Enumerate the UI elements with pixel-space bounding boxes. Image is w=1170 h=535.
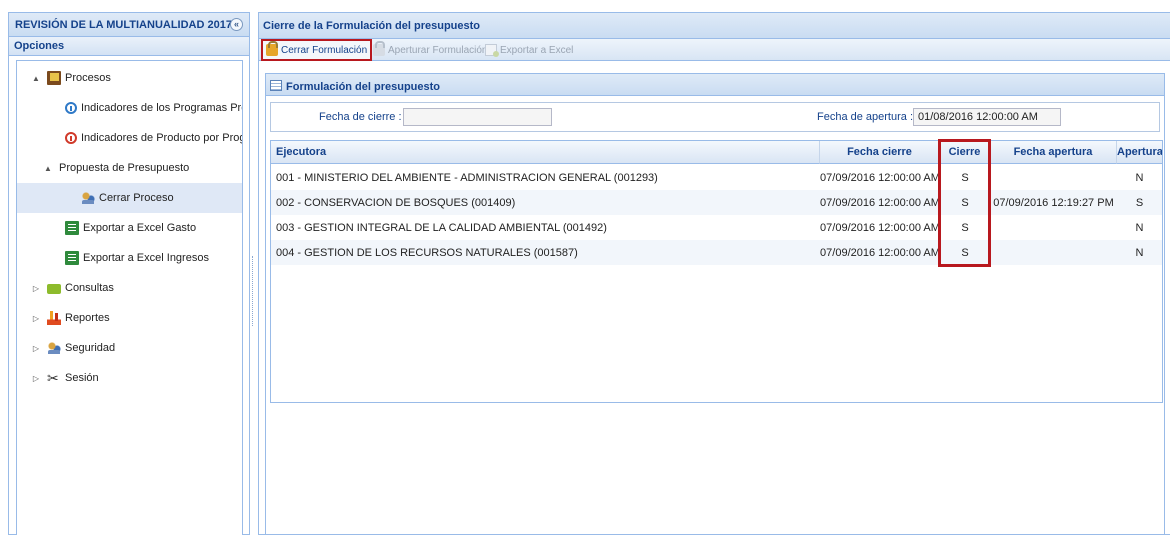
formulacion-panel: Formulación del presupuesto Fecha de cie… (265, 73, 1165, 535)
fecha-cierre-label: Fecha de cierre : (319, 111, 402, 123)
fecha-cierre-field[interactable] (403, 108, 552, 126)
panel-splitter[interactable] (250, 12, 258, 535)
cell-apertura: S (1135, 197, 1144, 209)
lock-icon (266, 41, 278, 56)
cerrar-formulacion-button[interactable]: Cerrar Formulación (261, 39, 373, 61)
cell-apertura: N (1135, 247, 1144, 259)
scissors-icon: ✂ (47, 370, 59, 386)
toolbar: Cerrar Formulación Aperturar Formulación… (259, 39, 1170, 61)
cell-fecha-cierre: 07/09/2016 12:00:00 AM (820, 222, 940, 234)
collapsed-arrow-icon[interactable]: ▷ (31, 284, 41, 293)
navigation-panel-header: REVISIÓN DE LA MULTIANUALIDAD 2017 « (9, 13, 249, 37)
users-icon (81, 191, 95, 205)
tree-node-exportar-gasto[interactable]: Exportar a Excel Gasto (17, 213, 242, 243)
tree-node-sesion[interactable]: ▷ ✂ Sesión (17, 363, 242, 393)
tree-node-exportar-ingresos[interactable]: Exportar a Excel Ingresos (17, 243, 242, 273)
ejecutora-grid: Ejecutora Fecha cierre Cierre Fecha aper… (270, 139, 1163, 403)
cell-cierre: S (961, 247, 969, 259)
cell-fecha-cierre: 07/09/2016 12:00:00 AM (820, 247, 940, 259)
cell-apertura: N (1135, 172, 1144, 184)
book-icon (47, 71, 61, 85)
tree-node-label: Consultas (65, 282, 114, 294)
page-title: Cierre de la Formulación del presupuesto (259, 13, 1170, 39)
cell-fecha-cierre: 07/09/2016 12:00:00 AM (820, 172, 940, 184)
app-title: REVISIÓN DE LA MULTIANUALIDAD 2017 (15, 19, 232, 31)
expanded-arrow-icon[interactable]: ▲ (31, 74, 41, 83)
tree-node-label: Indicadores de Producto por Programa (81, 132, 242, 144)
collapsed-arrow-icon[interactable]: ▷ (31, 374, 41, 383)
table-row[interactable]: 003 - GESTION INTEGRAL DE LA CALIDAD AMB… (271, 215, 1162, 240)
formulacion-panel-header: Formulación del presupuesto (266, 74, 1164, 96)
cell-apertura: N (1135, 222, 1144, 234)
main-panel: Cierre de la Formulación del presupuesto… (258, 12, 1170, 535)
collapse-panel-icon[interactable]: « (230, 18, 243, 31)
table-row[interactable]: 004 - GESTION DE LOS RECURSOS NATURALES … (271, 240, 1162, 265)
info-icon (65, 102, 77, 114)
tree-node-cerrar-proceso[interactable]: Cerrar Proceso (17, 183, 242, 213)
collapsed-arrow-icon[interactable]: ▷ (31, 314, 41, 323)
expanded-arrow-icon[interactable]: ▲ (43, 164, 53, 173)
tree-node-label: Exportar a Excel Gasto (83, 222, 197, 234)
tree-node-label: Sesión (65, 372, 99, 384)
tree-node-label: Indicadores de los Programas Presupu (81, 102, 242, 114)
collapsed-arrow-icon[interactable]: ▷ (31, 344, 41, 353)
column-header-cierre[interactable]: Cierre (940, 141, 990, 164)
aperturar-formulacion-label: Aperturar Formulación (388, 44, 488, 56)
section-title: Formulación del presupuesto (286, 81, 441, 93)
cell-cierre: S (961, 222, 969, 234)
table-row[interactable]: 001 - MINISTERIO DEL AMBIENTE - ADMINIST… (271, 165, 1162, 190)
excel-icon (65, 221, 79, 235)
unlock-icon (373, 41, 385, 56)
table-icon (270, 79, 282, 91)
filters-box: Fecha de cierre : Fecha de apertura : (270, 102, 1160, 132)
cell-cierre: S (961, 172, 969, 184)
warning-icon (65, 132, 77, 144)
tree-node-indicadores-producto[interactable]: Indicadores de Producto por Programa (17, 123, 242, 153)
table-row[interactable]: 002 - CONSERVACION DE BOSQUES (001409) 0… (271, 190, 1162, 215)
column-header-apertura[interactable]: Apertura (1117, 141, 1162, 164)
column-header-ejecutora[interactable]: Ejecutora (271, 141, 820, 164)
users-icon (47, 341, 61, 355)
tree-node-label: Procesos (65, 72, 111, 84)
splitter-grip[interactable] (252, 256, 255, 326)
export-icon (485, 44, 499, 57)
fecha-apertura-field[interactable] (913, 108, 1061, 126)
navigation-panel: REVISIÓN DE LA MULTIANUALIDAD 2017 « Opc… (8, 12, 250, 535)
aperturar-formulacion-button[interactable]: Aperturar Formulación (373, 41, 487, 59)
chart-icon (47, 311, 61, 325)
tree-node-label: Exportar a Excel Ingresos (83, 252, 209, 264)
folder-icon (47, 284, 61, 294)
column-header-fecha-apertura[interactable]: Fecha apertura (990, 141, 1117, 164)
tree-node-label: Reportes (65, 312, 110, 324)
cell-ejecutora: 003 - GESTION INTEGRAL DE LA CALIDAD AMB… (276, 222, 607, 234)
cell-fecha-cierre: 07/09/2016 12:00:00 AM (820, 197, 940, 209)
tree-node-propuesta-presupuesto[interactable]: ▲ Propuesta de Presupuesto (17, 153, 242, 183)
column-header-fecha-cierre[interactable]: Fecha cierre (820, 141, 940, 164)
tree-node-label: Propuesta de Presupuesto (59, 162, 190, 174)
cell-ejecutora: 004 - GESTION DE LOS RECURSOS NATURALES … (276, 247, 578, 259)
cell-cierre: S (961, 197, 969, 209)
excel-icon (65, 251, 79, 265)
cell-ejecutora: 002 - CONSERVACION DE BOSQUES (001409) (276, 197, 516, 209)
tree-node-label: Seguridad (65, 342, 116, 354)
cerrar-formulacion-label: Cerrar Formulación (281, 44, 368, 56)
cell-ejecutora: 001 - MINISTERIO DEL AMBIENTE - ADMINIST… (276, 172, 658, 184)
exportar-excel-button[interactable]: Exportar a Excel (485, 41, 573, 59)
exportar-excel-label: Exportar a Excel (500, 44, 574, 56)
navigation-tree: ▲ Procesos Indicadores de los Programas … (16, 60, 243, 535)
fecha-apertura-label: Fecha de apertura : (817, 111, 914, 123)
options-header: Opciones (9, 37, 249, 56)
cell-fecha-apertura: 07/09/2016 12:19:27 PM (993, 197, 1114, 209)
tree-node-reportes[interactable]: ▷ Reportes (17, 303, 242, 333)
tree-node-consultas[interactable]: ▷ Consultas (17, 273, 242, 303)
tree-node-procesos[interactable]: ▲ Procesos (17, 63, 242, 93)
tree-node-seguridad[interactable]: ▷ Seguridad (17, 333, 242, 363)
tree-node-label: Cerrar Proceso (99, 192, 174, 204)
tree-node-indicadores-programas[interactable]: Indicadores de los Programas Presupu (17, 93, 242, 123)
